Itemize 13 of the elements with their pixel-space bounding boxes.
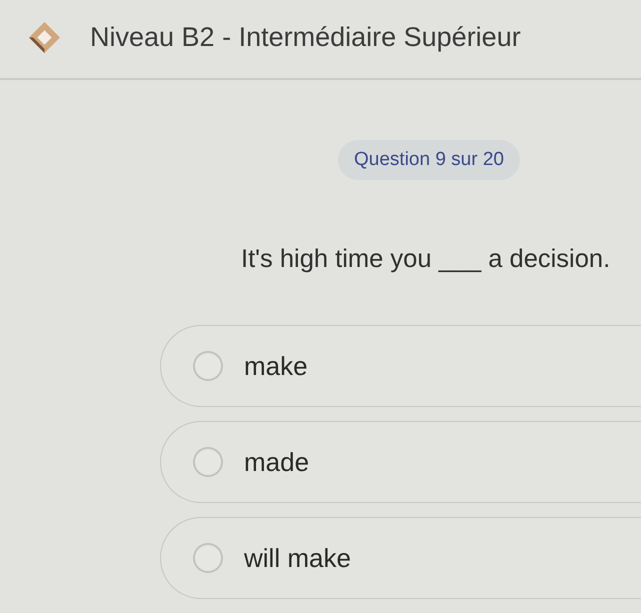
page-title: Niveau B2 - Intermédiaire Supérieur bbox=[90, 20, 521, 54]
radio-button-icon[interactable] bbox=[193, 351, 223, 381]
radio-button-icon[interactable] bbox=[193, 447, 223, 477]
answer-option[interactable]: make bbox=[160, 325, 641, 407]
question-progress-badge: Question 9 sur 20 bbox=[338, 140, 520, 180]
diamond-logo-icon bbox=[28, 20, 61, 54]
option-label: made bbox=[244, 446, 310, 478]
answer-option[interactable]: made bbox=[160, 421, 641, 503]
radio-button-icon[interactable] bbox=[193, 543, 223, 573]
answer-option[interactable]: will make bbox=[160, 517, 641, 599]
option-label: will make bbox=[244, 542, 351, 574]
option-label: make bbox=[244, 350, 308, 382]
question-text: It's high time you ___ a decision. bbox=[241, 244, 612, 275]
